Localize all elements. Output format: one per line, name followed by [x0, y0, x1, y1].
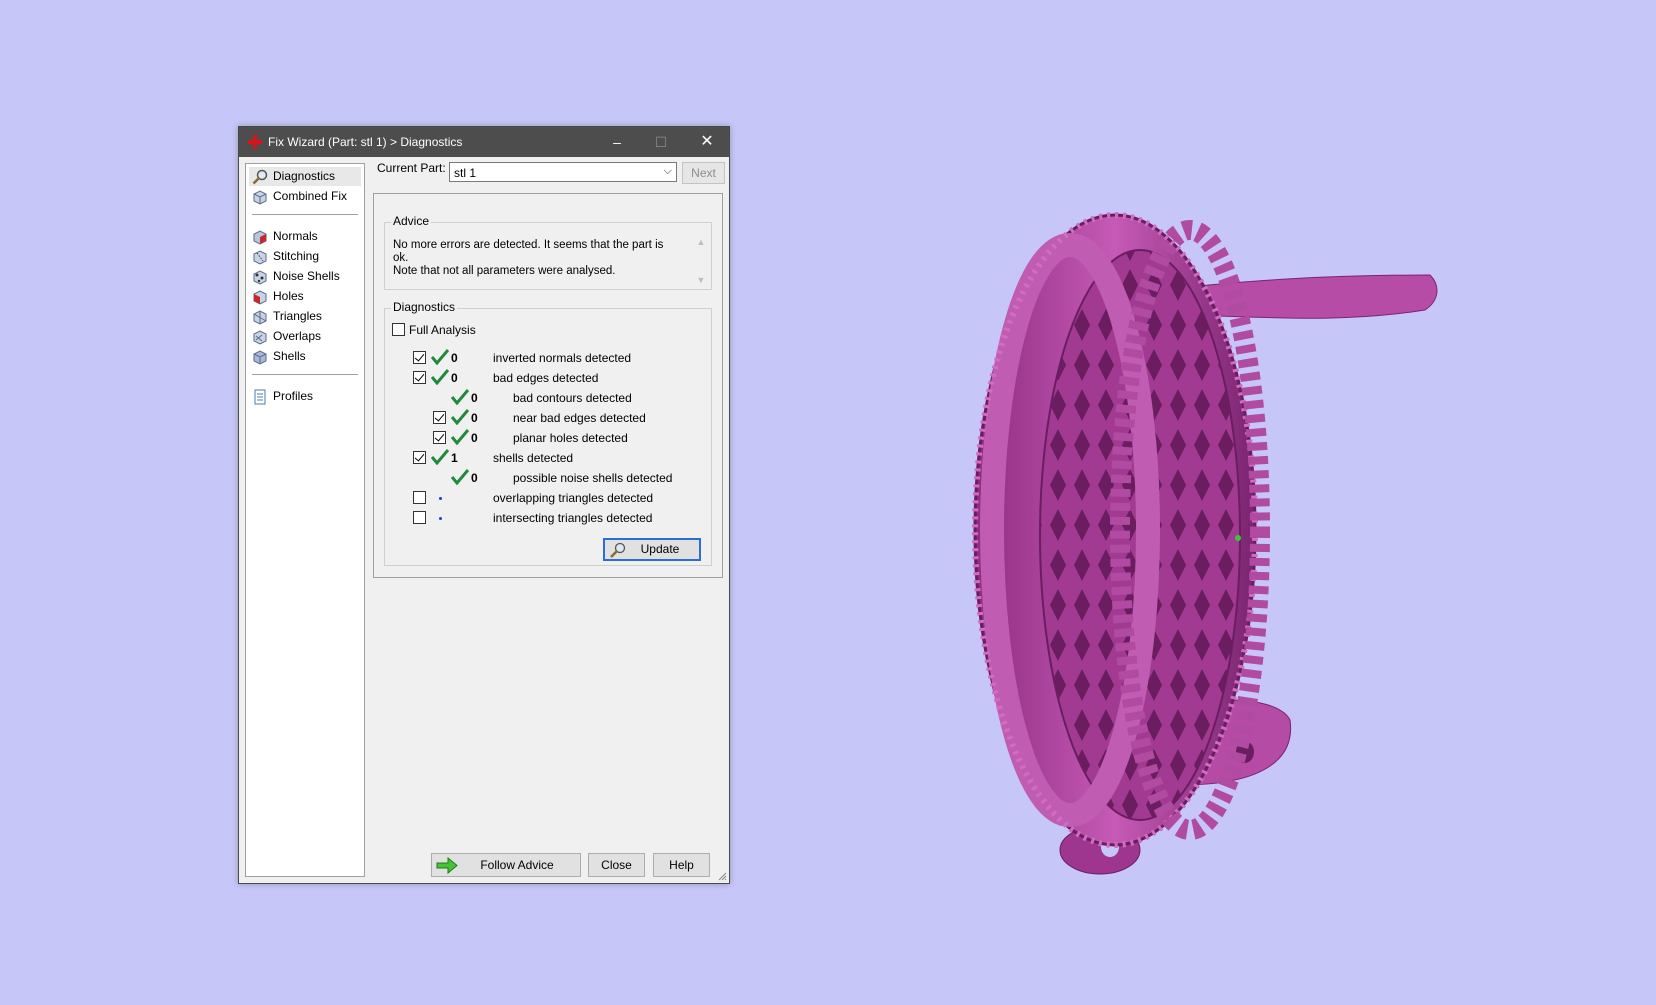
sidebar-divider [252, 374, 358, 376]
scroll-up-icon[interactable]: ▲ [694, 237, 708, 247]
bad-edges-count: 0 [451, 371, 458, 385]
cube-icon [253, 190, 267, 205]
bad-edges-checkbox[interactable] [413, 371, 426, 384]
sidebar-item-label: Stitching [273, 249, 320, 263]
advice-group: Advice No more errors are detected. It s… [384, 214, 712, 290]
diagnostics-title: Diagnostics [391, 300, 458, 314]
noise-shells-count: 0 [471, 471, 478, 485]
3d-ring-model[interactable] [950, 185, 1450, 885]
planar-holes-count: 0 [471, 431, 478, 445]
diagnostics-panel: Advice No more errors are detected. It s… [373, 193, 723, 578]
planar-holes-checkbox[interactable] [433, 431, 446, 444]
magnifier-icon [252, 169, 268, 185]
cube-stitch-icon [253, 250, 267, 265]
cube-red-icon [253, 230, 267, 245]
pending-dot-icon [439, 517, 442, 520]
sidebar-item-profiles[interactable]: Profiles [249, 387, 361, 406]
sidebar-divider [252, 214, 358, 216]
green-arrow-icon [436, 857, 458, 874]
shells-icon [253, 350, 267, 365]
overlapping-triangles-label: overlapping triangles detected [493, 491, 654, 505]
sidebar-item-label: Noise Shells [273, 269, 340, 283]
next-button[interactable]: Next [682, 162, 725, 184]
near-bad-edges-count: 0 [471, 411, 478, 425]
sidebar-item-holes[interactable]: Holes [249, 287, 361, 306]
minimize-button[interactable]: – [595, 127, 639, 157]
advice-text: No more errors are detected. It seems th… [393, 239, 664, 277]
overlapping-triangles-checkbox[interactable] [413, 491, 426, 504]
app-cross-icon [248, 135, 262, 149]
sidebar-item-label: Profiles [273, 389, 314, 403]
bad-contours-label: bad contours detected [513, 391, 632, 405]
update-button[interactable]: Update [603, 538, 701, 561]
inverted-normals-label: inverted normals detected [493, 351, 632, 365]
check-tick-icon [451, 429, 469, 445]
near-bad-edges-checkbox[interactable] [433, 411, 446, 424]
overlaps-icon [253, 330, 267, 345]
sidebar-item-triangles[interactable]: Triangles [249, 307, 361, 326]
advice-title: Advice [391, 214, 432, 228]
inverted-normals-count: 0 [451, 351, 458, 365]
title-bar[interactable]: Fix Wizard (Part: stl 1) > Diagnostics –… [239, 127, 729, 157]
check-tick-icon [451, 409, 469, 425]
check-tick-icon [431, 449, 449, 465]
window-title: Fix Wizard (Part: stl 1) > Diagnostics [268, 135, 463, 149]
sidebar-item-label: Combined Fix [273, 189, 348, 203]
full-analysis-label: Full Analysis [409, 323, 476, 337]
sidebar-item-overlaps[interactable]: Overlaps [249, 327, 361, 346]
sidebar-item-combined-fix[interactable]: Combined Fix [249, 187, 361, 206]
resize-grip-icon[interactable] [717, 871, 727, 881]
help-button[interactable]: Help [653, 853, 710, 877]
cube-holes-icon [253, 290, 267, 305]
sidebar-item-label: Diagnostics [273, 169, 336, 183]
follow-advice-label: Follow Advice [480, 858, 554, 872]
check-tick-icon [451, 389, 469, 405]
sidebar-item-label: Triangles [273, 309, 322, 323]
sidebar-item-shells[interactable]: Shells [249, 347, 361, 366]
triangles-icon [253, 310, 267, 325]
advice-scrollbar[interactable]: ▲ ▼ [694, 237, 708, 285]
intersecting-triangles-checkbox[interactable] [413, 511, 426, 524]
diagnostics-group: Diagnostics Full Analysis 0 inverted nor… [384, 300, 712, 566]
shells-label: shells detected [493, 451, 574, 465]
near-bad-edges-label: near bad edges detected [513, 411, 646, 425]
document-icon [254, 389, 266, 405]
chevron-down-icon: ⌵ [663, 165, 672, 177]
sidebar-item-label: Holes [273, 289, 304, 303]
bad-contours-count: 0 [471, 391, 478, 405]
sidebar-item-diagnostics[interactable]: Diagnostics [249, 167, 361, 186]
check-tick-icon [451, 469, 469, 485]
current-part-select[interactable]: stl 1 ⌵ [449, 162, 677, 182]
inverted-normals-checkbox[interactable] [413, 351, 426, 364]
fix-wizard-dialog: Fix Wizard (Part: stl 1) > Diagnostics –… [238, 126, 730, 884]
shells-checkbox[interactable] [413, 451, 426, 464]
noise-shells-label: possible noise shells detected [513, 471, 673, 485]
sidebar-item-noise-shells[interactable]: Noise Shells [249, 267, 361, 286]
scroll-down-icon[interactable]: ▼ [694, 275, 708, 285]
close-window-button[interactable]: ✕ [685, 127, 729, 157]
intersecting-triangles-label: intersecting triangles detected [493, 511, 653, 525]
full-analysis-checkbox[interactable] [392, 323, 405, 336]
update-label: Update [640, 542, 680, 556]
sidebar-item-label: Overlaps [273, 329, 322, 343]
shells-count: 1 [451, 451, 458, 465]
check-tick-icon [431, 369, 449, 385]
maximize-button[interactable]: ☐ [639, 127, 683, 157]
wizard-sidebar: Diagnostics Combined Fix Normals Stitchi… [245, 163, 365, 877]
planar-holes-label: planar holes detected [513, 431, 628, 445]
sidebar-item-label: Normals [273, 229, 318, 243]
pending-dot-icon [439, 497, 442, 500]
check-tick-icon [431, 349, 449, 365]
sidebar-item-normals[interactable]: Normals [249, 227, 361, 246]
current-part-value: stl 1 [454, 166, 477, 180]
noise-shells-icon [253, 270, 267, 285]
follow-advice-button[interactable]: Follow Advice [431, 853, 581, 877]
magnifier-icon [610, 542, 626, 558]
close-button[interactable]: Close [588, 853, 645, 877]
sidebar-item-label: Shells [273, 349, 306, 363]
bad-edges-label: bad edges detected [493, 371, 599, 385]
sidebar-item-stitching[interactable]: Stitching [249, 247, 361, 266]
current-part-label: Current Part: [377, 161, 446, 175]
